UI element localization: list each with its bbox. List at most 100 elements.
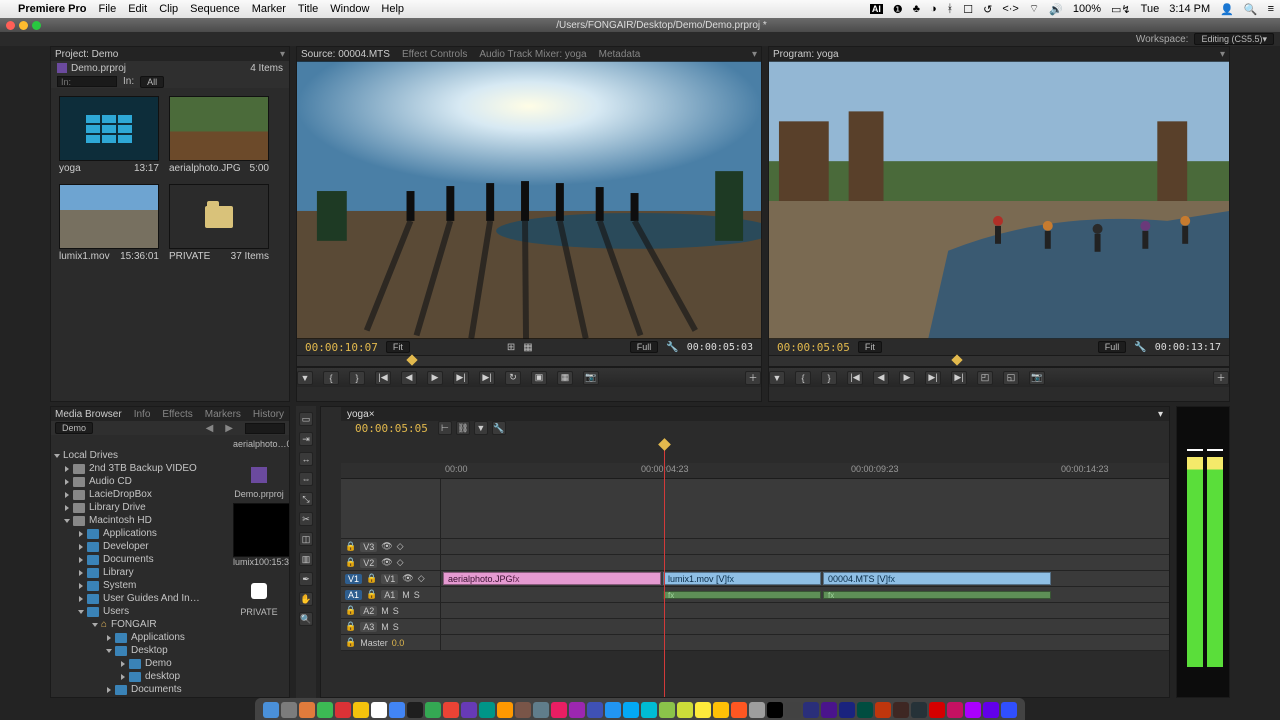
mb-folder-tree[interactable]: Local Drives 2nd 3TB Backup VIDEO Audio … [51,449,227,697]
dock-app[interactable] [407,702,423,718]
project-panel-tab[interactable]: Project: Demo [55,49,118,60]
add-marker-button[interactable]: ▼ [297,371,313,385]
dock-app[interactable] [317,702,333,718]
rolling-tool[interactable]: ⇔ [299,472,313,486]
mb-fwd-button[interactable]: ▶ [225,423,233,434]
dock-app[interactable] [461,702,477,718]
dock-app[interactable] [857,702,873,718]
mb-search-input[interactable] [245,423,285,434]
add-marker-button[interactable]: ▼ [769,371,785,385]
source-scrubber[interactable] [297,355,761,367]
slip-tool[interactable]: ◫ [299,532,313,546]
button-editor[interactable]: ＋ [1213,371,1229,385]
play-button[interactable]: ▶ [899,371,915,385]
menu-title[interactable]: Title [298,3,318,15]
menubar-day[interactable]: Tue [1141,3,1160,15]
window-minimize-button[interactable] [19,21,28,30]
timeline-playhead[interactable] [664,447,665,697]
pen-tool[interactable]: ✒ [299,572,313,586]
tl-settings-button[interactable]: 🔧 [492,421,506,435]
dock-app[interactable] [731,702,747,718]
track-v3-header[interactable]: V3 [360,542,377,552]
menu-help[interactable]: Help [381,3,404,15]
track-a3-header[interactable]: A3 [360,622,377,632]
dock-app[interactable] [641,702,657,718]
dock-app[interactable] [497,702,513,718]
dock-app[interactable] [983,702,999,718]
track-select-tool[interactable]: ⇥ [299,432,313,446]
source-tc-in[interactable]: 00:00:10:07 [305,341,378,354]
menubar-wifi-icon[interactable]: ⌔ [1029,2,1039,16]
dock-app[interactable] [677,702,693,718]
dock-app[interactable] [569,702,585,718]
dock-app[interactable] [335,702,351,718]
dock-app[interactable] [605,702,621,718]
mark-in-button[interactable]: { [795,371,811,385]
dock-app[interactable] [947,702,963,718]
snap-toggle[interactable]: ⊢ [438,421,452,435]
menubar-user-icon[interactable]: 👤 [1220,3,1234,16]
track-a1-header[interactable]: A1 [381,590,398,600]
track-v2-header[interactable]: V2 [360,558,377,568]
mb-path-dropdown[interactable]: Demo [55,422,93,434]
zoom-tool[interactable]: 🔍 [299,612,313,626]
timeline-playhead-tc[interactable]: 00:00:05:05 [355,422,428,435]
source-tab[interactable]: Source: 00004.MTS [301,49,390,60]
project-filter-dropdown[interactable]: All [140,76,164,88]
menubar-extra-2[interactable]: ♣ [913,3,920,15]
go-in-button[interactable]: |◀ [375,371,391,385]
menu-marker[interactable]: Marker [252,3,286,15]
dock-app[interactable] [623,702,639,718]
menu-window[interactable]: Window [330,3,369,15]
info-tab[interactable]: Info [134,409,151,420]
lift-button[interactable]: ◰ [977,371,993,385]
program-res-dropdown[interactable]: Full [1098,341,1127,353]
panel-menu-icon[interactable]: ▾ [280,49,285,60]
track-a2-header[interactable]: A2 [360,606,377,616]
menubar-bluetooth-icon[interactable]: ᚼ [947,3,954,15]
app-name[interactable]: Premiere Pro [18,3,86,15]
clip-audio-00004[interactable]: fx [823,591,1051,599]
step-fwd-button[interactable]: ▶| [453,371,469,385]
mark-in-button[interactable]: { [323,371,339,385]
mb-back-button[interactable]: ◀ [206,423,214,434]
menu-file[interactable]: File [98,3,116,15]
dock-app[interactable] [749,702,765,718]
metadata-tab[interactable]: Metadata [599,49,641,60]
loop-button[interactable]: ↻ [505,371,521,385]
menubar-adobe-icon[interactable]: AI [870,4,883,14]
menubar-time[interactable]: 3:14 PM [1169,3,1210,15]
dock-app[interactable] [839,702,855,718]
program-viewer[interactable] [769,61,1229,339]
drag-video-icon[interactable]: ▦ [523,342,532,353]
mark-out-button[interactable]: } [349,371,365,385]
mac-dock[interactable] [255,698,1025,720]
menubar-spotlight-icon[interactable]: 🔍 [1244,3,1258,16]
menubar-extra-3[interactable]: ◑ [930,3,937,15]
dock-app[interactable] [911,702,927,718]
menubar-volume-icon[interactable]: 🔊 [1049,3,1063,16]
program-zoom-dropdown[interactable]: Fit [858,341,882,353]
menu-clip[interactable]: Clip [159,3,178,15]
workspace-dropdown[interactable]: Editing (CS5.5) ▾ [1194,33,1274,45]
export-frame-button[interactable]: 📷 [583,371,599,385]
track-v1-header[interactable]: V1 [381,574,398,584]
dock-app[interactable] [263,702,279,718]
menubar-battery-pct[interactable]: 100% [1073,3,1101,15]
dock-app[interactable] [389,702,405,718]
dock-app[interactable] [875,702,891,718]
source-viewer[interactable] [297,61,761,339]
mark-out-button[interactable]: } [821,371,837,385]
program-tc-in[interactable]: 00:00:05:05 [777,341,850,354]
settings-icon[interactable]: 🔧 [1134,342,1146,353]
dock-app[interactable] [479,702,495,718]
source-res-dropdown[interactable]: Full [630,341,659,353]
bin-item-image[interactable]: aerialphoto.JPG5:00 [169,96,269,174]
dock-app[interactable] [587,702,603,718]
dock-app[interactable] [929,702,945,718]
dock-app[interactable] [821,702,837,718]
window-close-button[interactable] [6,21,15,30]
play-button[interactable]: ▶ [427,371,443,385]
dock-app[interactable] [281,702,297,718]
marker-add-button[interactable]: ▼ [474,421,488,435]
